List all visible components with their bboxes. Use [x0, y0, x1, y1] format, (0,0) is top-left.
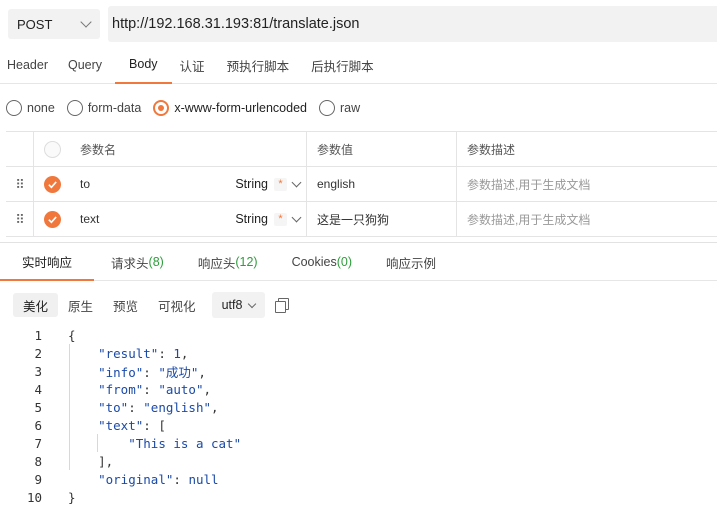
response-tabs: 实时响应 请求头 (8) 响应头 (12) Cookies (0) 响应示例: [0, 243, 717, 281]
param-name-input[interactable]: text: [80, 212, 99, 226]
drag-handle-icon[interactable]: ⠿: [6, 167, 34, 201]
tab-header[interactable]: Header: [0, 46, 55, 84]
type-select[interactable]: String *: [235, 212, 302, 226]
tab-post-script[interactable]: 后执行脚本: [304, 46, 381, 84]
line-number: 9: [34, 471, 42, 487]
tab-response-example[interactable]: 响应示例: [369, 243, 453, 281]
code-line: 10 }: [0, 488, 717, 506]
line-number: 2: [34, 345, 42, 361]
chevron-down-icon: [80, 16, 92, 28]
url-bar: POST http://192.168.31.193:81/translate.…: [8, 6, 717, 42]
tab-auth[interactable]: 认证: [173, 46, 212, 84]
code-line: 6 "text": [: [0, 416, 717, 434]
view-pretty-button[interactable]: 美化: [13, 293, 59, 317]
body-type-none[interactable]: none: [6, 100, 55, 116]
code-line: 5 "to": "english",: [0, 398, 717, 416]
tab-response-headers[interactable]: 响应头 (12): [181, 243, 275, 281]
tab-body[interactable]: Body: [115, 46, 172, 84]
table-row: ⠿ text String * 这是一只狗狗 参数描述,用于生成文档: [6, 202, 717, 237]
type-label: String: [235, 212, 268, 226]
code-line: 8 ],: [0, 452, 717, 470]
drag-handle-icon[interactable]: ⠿: [6, 202, 34, 236]
line-number: 8: [34, 453, 42, 469]
code-line: 3 "info": "成功",: [0, 362, 717, 380]
view-visualize-button[interactable]: 可视化: [148, 293, 206, 317]
type-label: String: [235, 177, 268, 191]
param-value-input[interactable]: english: [307, 167, 457, 201]
header-param-desc: 参数描述: [467, 142, 516, 157]
select-all-checkbox[interactable]: [44, 140, 61, 158]
param-name-input[interactable]: to: [80, 177, 90, 191]
radio-label: raw: [340, 101, 361, 115]
table-row: ⠿ to String * english 参数描述,用于生成文档: [6, 167, 717, 202]
radio-icon: [319, 100, 335, 116]
body-type-form-data[interactable]: form-data: [66, 100, 142, 116]
code-line: 2 "result": 1,: [0, 344, 717, 362]
line-number: 4: [34, 381, 42, 397]
method-label: POST: [17, 16, 53, 32]
body-type-group: none form-data x-www-form-urlencoded raw: [6, 96, 372, 120]
response-code-view: 1 { 2 "result": 1, 3 "info": "成功", 4 "fr…: [0, 326, 717, 506]
method-select[interactable]: POST: [8, 9, 100, 39]
body-type-raw[interactable]: raw: [319, 100, 360, 116]
radio-icon: [66, 100, 83, 116]
line-number: 7: [34, 435, 42, 451]
param-desc-input[interactable]: 参数描述,用于生成文档: [457, 202, 717, 236]
header-param-name: 参数名: [71, 132, 307, 166]
tab-request-headers[interactable]: 请求头 (8): [94, 243, 181, 281]
line-number: 3: [34, 363, 42, 379]
tab-live-response[interactable]: 实时响应: [0, 243, 95, 281]
line-number: 10: [26, 489, 42, 505]
body-type-urlencoded[interactable]: x-www-form-urlencoded: [153, 100, 307, 116]
tab-cookies[interactable]: Cookies (0): [275, 243, 369, 281]
required-mark[interactable]: *: [274, 212, 287, 226]
code-line: 1 {: [0, 326, 717, 344]
radio-label: x-www-form-urlencoded: [174, 101, 307, 115]
radio-icon: [6, 100, 22, 116]
row-checkbox[interactable]: [44, 175, 61, 193]
param-desc-input[interactable]: 参数描述,用于生成文档: [457, 167, 717, 201]
table-header-row: 参数名 参数值 参数描述: [6, 132, 717, 167]
row-checkbox[interactable]: [44, 210, 61, 228]
tab-pre-script[interactable]: 预执行脚本: [220, 46, 297, 84]
copy-icon[interactable]: [275, 298, 290, 313]
line-number: 1: [34, 327, 42, 343]
code-line: 9 "original": null: [0, 470, 717, 488]
code-line: 7 "This is a cat": [0, 434, 717, 452]
response-panel: 实时响应 请求头 (8) 响应头 (12) Cookies (0) 响应示例 美化 原…: [0, 242, 717, 515]
tab-query[interactable]: Query: [61, 46, 109, 84]
chevron-down-icon: [291, 177, 302, 187]
line-number: 5: [34, 399, 42, 415]
request-tabs: Header Query Body 认证 预执行脚本 后执行脚本: [0, 46, 717, 84]
chevron-down-icon: [291, 212, 302, 222]
check-icon: [48, 180, 57, 188]
type-select[interactable]: String *: [235, 177, 302, 191]
url-input[interactable]: http://192.168.31.193:81/translate.json: [108, 6, 717, 42]
radio-checked-icon: [153, 100, 170, 116]
chevron-down-icon: [248, 299, 257, 308]
params-table: 参数名 参数值 参数描述 ⠿ to String * english 参数描述,…: [6, 131, 717, 237]
radio-label: none: [27, 101, 55, 115]
view-mode-bar: 美化 原生 预览 可视化 utf8: [13, 292, 290, 318]
view-preview-button[interactable]: 预览: [103, 293, 148, 317]
header-param-value: 参数值: [307, 132, 457, 166]
view-raw-button[interactable]: 原生: [58, 293, 103, 317]
code-line: 4 "from": "auto",: [0, 380, 717, 398]
required-mark[interactable]: *: [274, 177, 287, 191]
encoding-select[interactable]: utf8: [211, 292, 266, 318]
check-icon: [48, 215, 57, 223]
param-value-input[interactable]: 这是一只狗狗: [307, 202, 457, 236]
radio-label: form-data: [87, 101, 142, 115]
line-number: 6: [34, 417, 42, 433]
